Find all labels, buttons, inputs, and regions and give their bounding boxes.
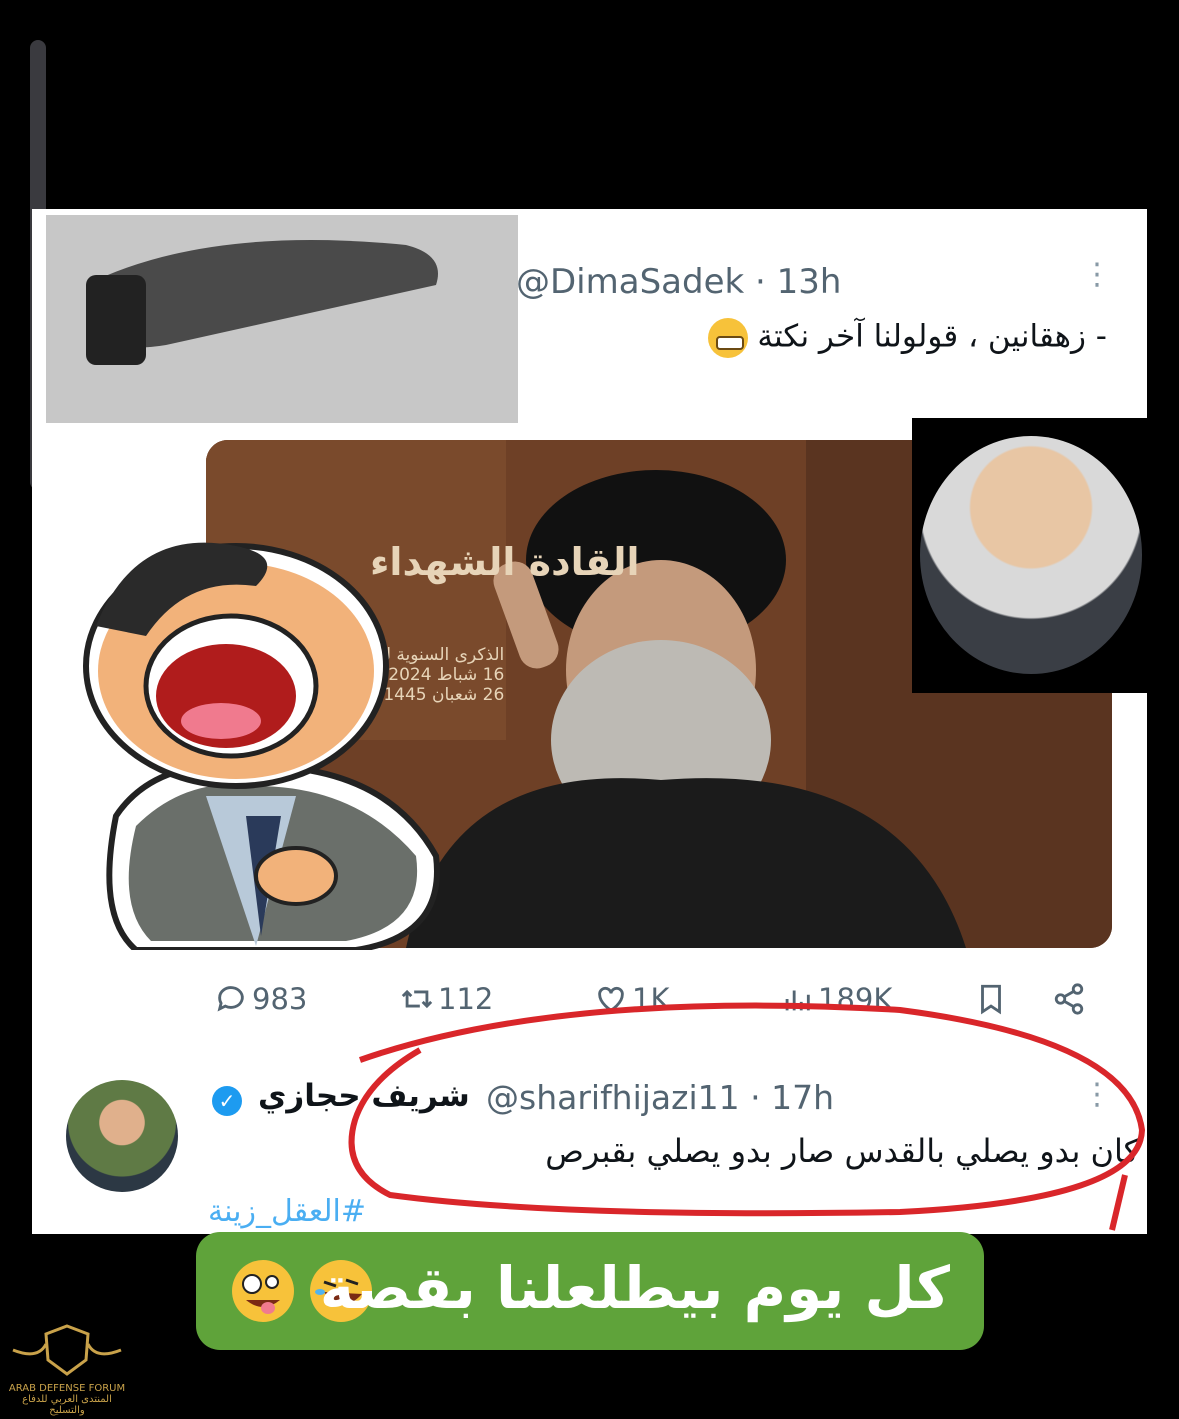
- tweet-author-handle[interactable]: @DimaSadek · 13h: [516, 262, 841, 302]
- redacted-profile-block: [46, 215, 518, 423]
- views-action[interactable]: 189K: [780, 982, 892, 1016]
- reply-count: 983: [252, 982, 308, 1016]
- views-chart-icon: [785, 990, 810, 1011]
- tweet-actions-bar: 983 112 1K 189K: [206, 982, 1106, 1022]
- caption-text: كل يوم بيطلعلنا بقصة: [319, 1254, 950, 1322]
- like-count: 1K: [632, 982, 670, 1016]
- zany-face-drawing: [242, 1274, 280, 1314]
- reply-icon: [217, 986, 244, 1012]
- watermark-logo: ARAB DEFENSE FORUM المنتدى العربي للدفاع…: [8, 1320, 126, 1418]
- share-icon: [1054, 983, 1084, 1015]
- forum-shield-logo-icon: [12, 1324, 122, 1376]
- caption-banner: كل يوم بيطلعلنا بقصة: [196, 1232, 984, 1350]
- reply-author-avatar[interactable]: [66, 1080, 178, 1192]
- retweet-action[interactable]: 112: [400, 982, 493, 1016]
- reaction-photo-face: [920, 436, 1142, 674]
- reply-hashtag[interactable]: #العقل_زينة: [208, 1194, 366, 1229]
- reply-author-handle[interactable]: @sharifhijazi11 · 17h: [486, 1078, 834, 1117]
- bookmark-action[interactable]: [974, 982, 1008, 1016]
- logo-text: المنتدى العربي للدفاع والتسليح: [22, 1394, 112, 1416]
- verified-badge-icon: ✓: [212, 1086, 242, 1116]
- reply-text: كان بدو يصلي بالقدس صار بدو يصلي بقبرص: [545, 1132, 1139, 1170]
- reply-action[interactable]: 983: [214, 982, 307, 1016]
- tweet-text-content: - زهقانين ، قولولنا آخر نكتة: [757, 318, 1107, 355]
- like-action[interactable]: 1K: [594, 982, 669, 1016]
- retweet-icon: [401, 989, 433, 1009]
- blindfold-shape: [86, 240, 438, 365]
- bookmark-icon: [981, 984, 1001, 1015]
- reply-more-options-icon[interactable]: ⋮: [1082, 1080, 1112, 1110]
- share-action[interactable]: [1052, 982, 1086, 1016]
- logo-text-en: ARAB DEFENSE FORUM: [8, 1383, 126, 1394]
- zany-face-emoji-icon: [232, 1260, 294, 1322]
- reaction-photo: [912, 418, 1147, 693]
- heart-icon: [598, 986, 624, 1013]
- grin-emoji-icon: [707, 318, 748, 358]
- retweet-count: 112: [438, 982, 494, 1016]
- tweet-text: - زهقانين ، قولولنا آخر نكتة: [702, 318, 1107, 358]
- more-options-icon[interactable]: ⋮: [1082, 260, 1112, 290]
- reply-author-name[interactable]: شريف حجازي: [258, 1078, 470, 1114]
- laughing-cartoon-sticker: [83, 542, 440, 950]
- views-count: 189K: [818, 982, 893, 1016]
